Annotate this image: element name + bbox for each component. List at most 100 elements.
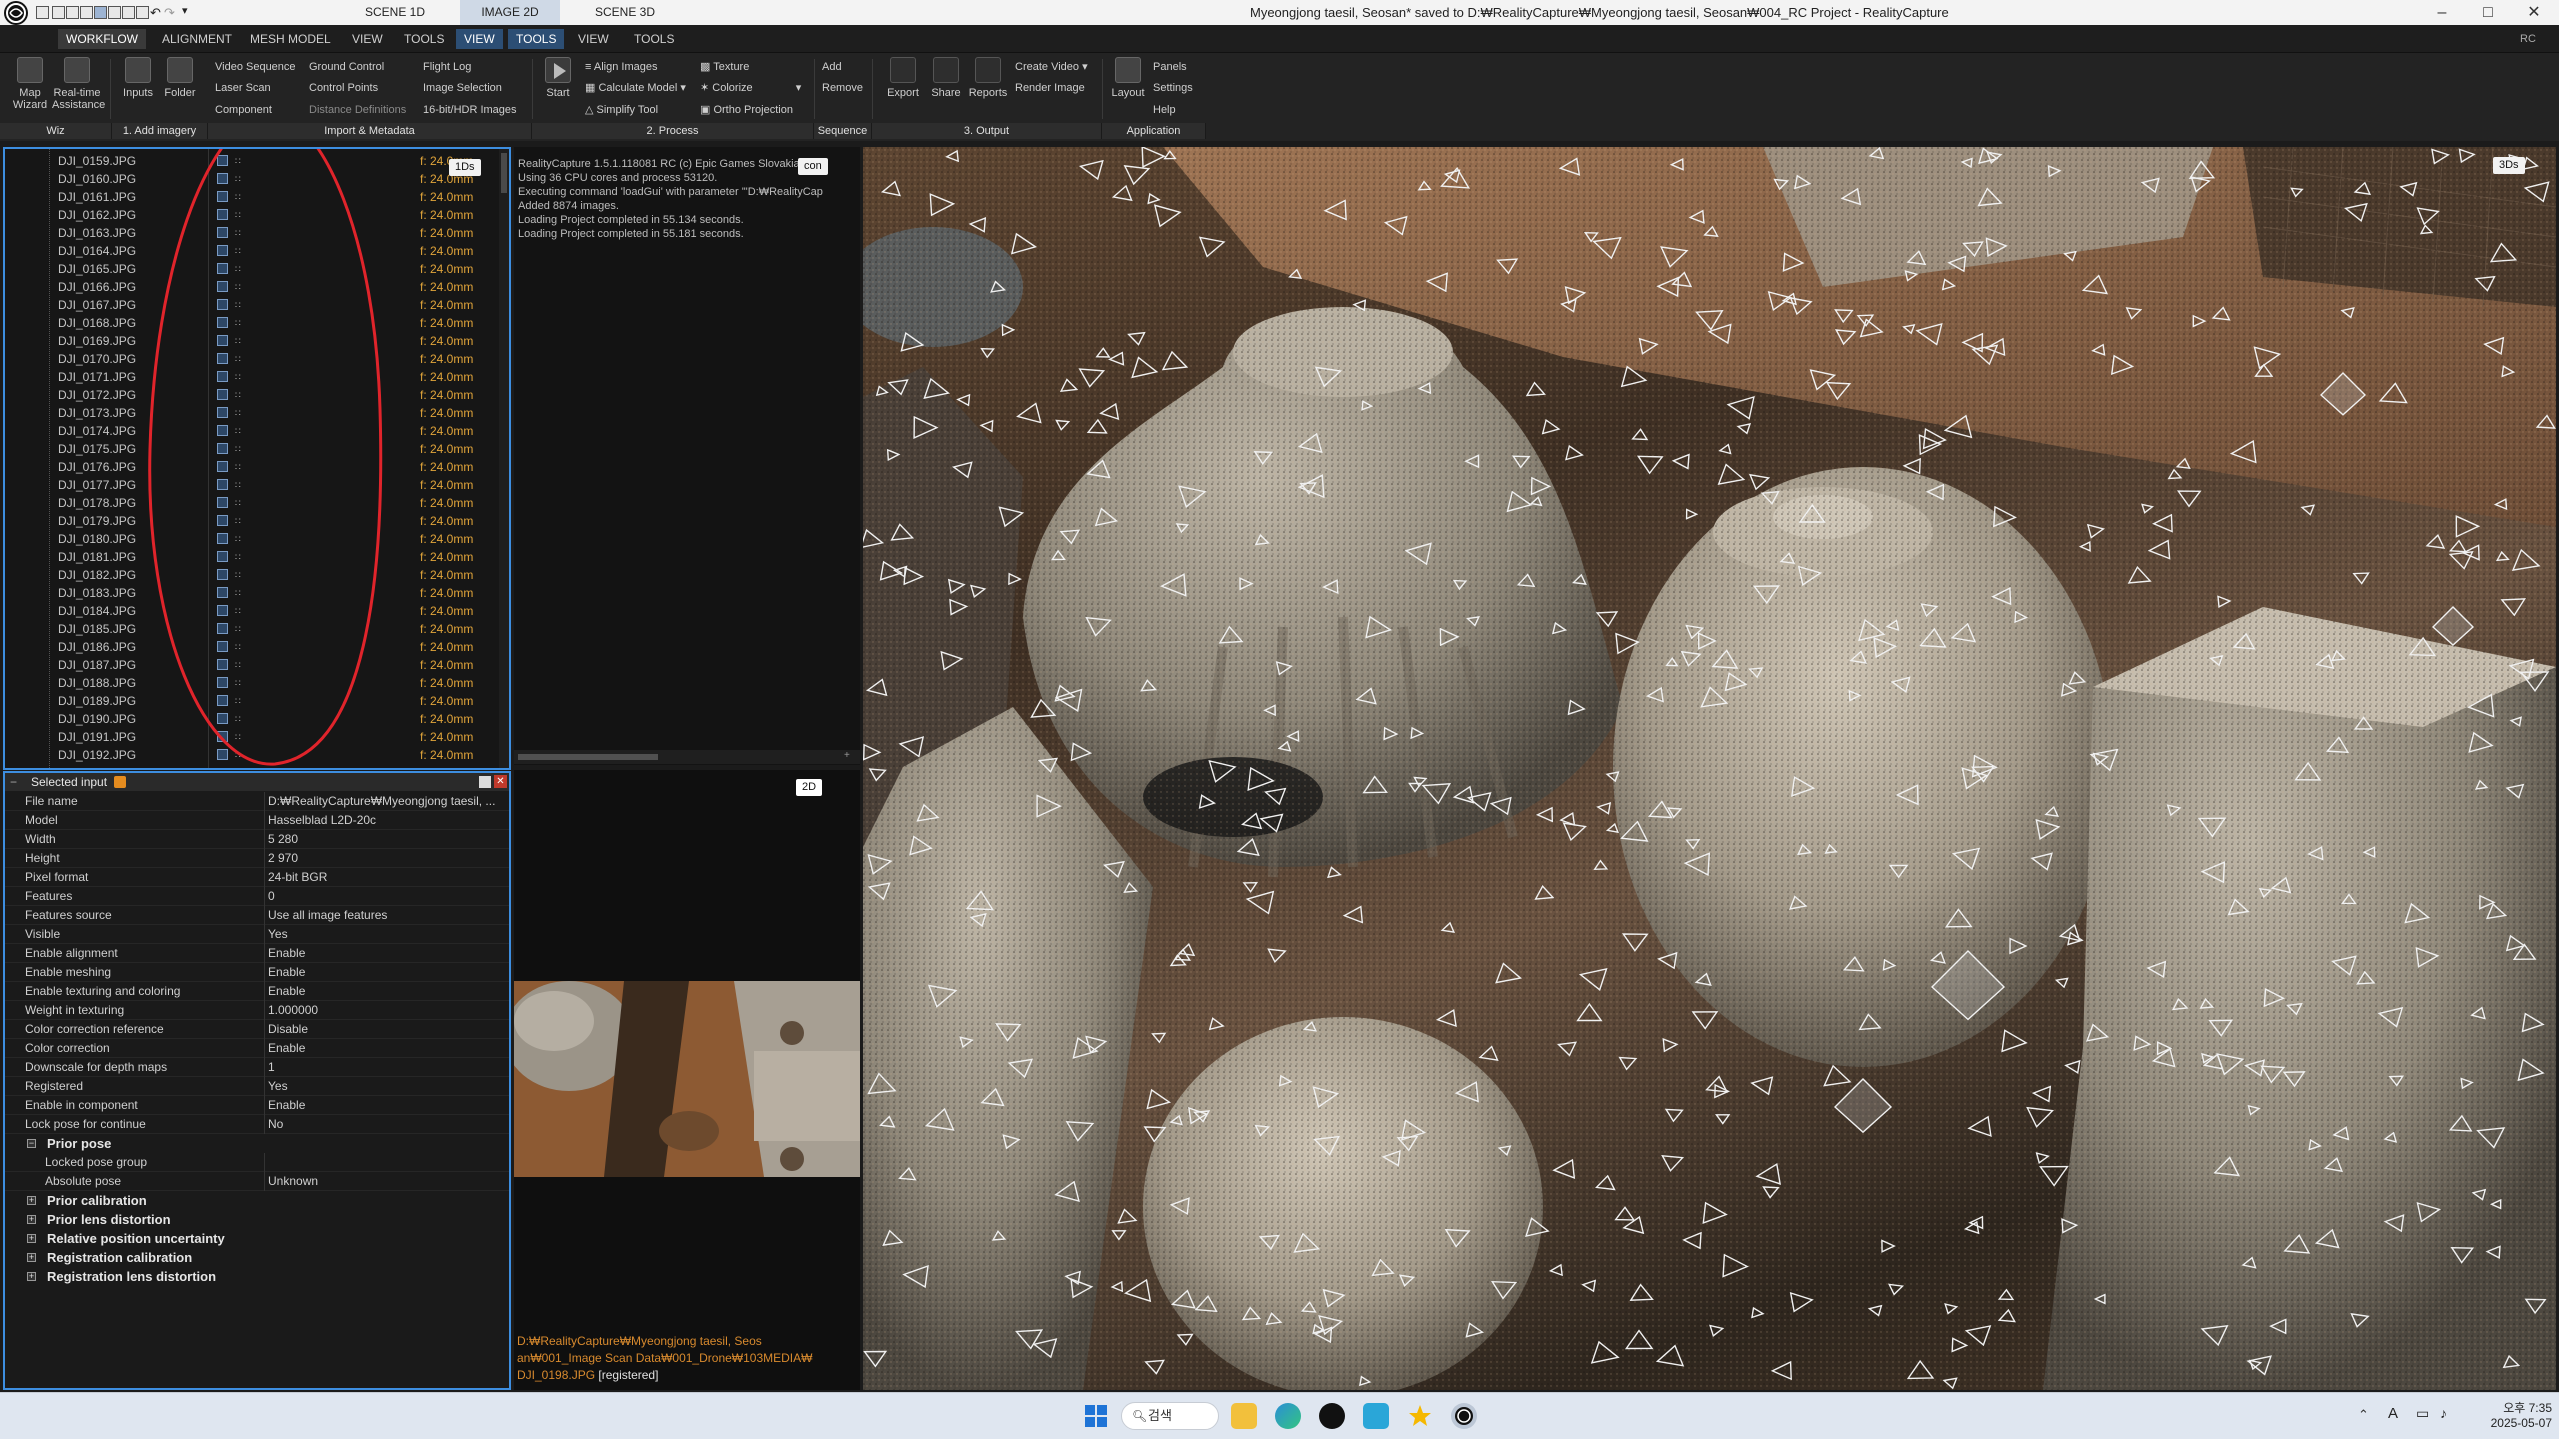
component-button[interactable]: Component [215,102,272,118]
menu-workflow[interactable]: WORKFLOW [58,29,146,49]
edge-browser-icon[interactable] [1275,1403,1301,1429]
property-row[interactable]: Absolute pose Unknown [5,1172,509,1191]
property-row[interactable]: Enable alignment Enable [5,944,509,963]
property-value[interactable]: Yes [268,1077,508,1096]
property-row[interactable]: Color correction Enable [5,1039,509,1058]
panels-button[interactable]: Panels [1153,59,1187,75]
colorize-button[interactable]: ✶ Colorize ▾ [700,80,801,96]
simplify-tool-button[interactable]: △ Simplify Tool [585,102,658,118]
minimize-button[interactable]: – [2420,0,2464,25]
property-row[interactable]: Downscale for depth maps 1 [5,1058,509,1077]
menu-tools-image[interactable]: TOOLS [508,29,565,49]
hdr-images-button[interactable]: 16-bit/HDR Images [423,102,517,118]
maximize-button[interactable]: □ [2466,0,2510,25]
distance-definitions-button[interactable]: Distance Definitions [309,102,406,118]
collapsed-group[interactable]: + Relative position uncertainty [5,1229,509,1248]
property-row[interactable]: Weight in texturing 1.000000 [5,1001,509,1020]
image-selection-button[interactable]: Image Selection [423,80,502,96]
tab-scene-3d[interactable]: SCENE 3D [580,0,670,25]
property-value[interactable]: 0 [268,887,508,906]
property-value[interactable]: 1.000000 [268,1001,508,1020]
close-button[interactable]: ✕ [2512,0,2556,25]
expand-icon[interactable]: + [27,1234,36,1243]
property-row[interactable]: Width 5 280 [5,830,509,849]
remove-sequence-button[interactable]: Remove [822,80,863,96]
layout-icon[interactable] [122,6,135,19]
expand-icon[interactable]: + [27,1215,36,1224]
add-sequence-button[interactable]: Add [822,59,842,75]
property-row[interactable]: File name D:₩RealityCapture₩Myeongjong ta… [5,792,509,811]
property-value[interactable]: 1 [268,1058,508,1077]
create-video-button[interactable]: Create Video ▾ [1015,59,1088,75]
panel-badge-3ds[interactable]: 3Ds [2493,157,2525,174]
tray-overflow-icon[interactable]: ⌃ [2358,1407,2369,1423]
menu-view-3d[interactable]: VIEW [570,29,617,49]
share-button[interactable]: Share [924,57,968,99]
property-row[interactable]: Pixel format 24-bit BGR [5,868,509,887]
property-value[interactable]: Enable [268,1039,508,1058]
property-value[interactable]: Enable [268,963,508,982]
console-panel[interactable]: RealityCapture 1.5.1.118081 RC (c) Epic … [514,147,860,765]
inputs-button[interactable]: Inputs [118,57,158,99]
property-row[interactable]: Features source Use all image features [5,906,509,925]
favorites-star-icon[interactable] [1407,1403,1433,1429]
collapsed-group[interactable]: + Registration calibration [5,1248,509,1267]
laser-scan-button[interactable]: Laser Scan [215,80,271,96]
layout-button[interactable]: Layout [1108,57,1148,99]
layout-icon[interactable] [36,6,49,19]
property-value[interactable]: D:₩RealityCapture₩Myeongjong taesil, ... [268,792,508,811]
expand-icon[interactable]: + [27,1253,36,1262]
clock-date[interactable]: 2025-05-07 [2476,1416,2552,1430]
start-menu-icon[interactable] [1083,1403,1109,1429]
folder-button[interactable]: Folder [160,57,200,99]
group-prior-pose[interactable]: − Prior pose [5,1134,509,1153]
menu-alignment[interactable]: ALIGNMENT [154,29,240,49]
align-images-button[interactable]: ≡ Align Images [585,59,657,75]
property-row[interactable]: Registered Yes [5,1077,509,1096]
video-sequence-button[interactable]: Video Sequence [215,59,296,75]
flight-log-button[interactable]: Flight Log [423,59,471,75]
scrollbar-thumb[interactable] [518,754,658,760]
property-row[interactable]: Visible Yes [5,925,509,944]
property-row[interactable]: Features 0 [5,887,509,906]
app-logo-icon[interactable] [4,1,28,25]
clock-time[interactable]: 오후 7:35 [2476,1399,2552,1416]
help-button[interactable]: Help [1153,102,1176,118]
property-value[interactable]: No [268,1115,508,1134]
redo-icon[interactable]: ↷ [164,5,175,21]
expand-icon[interactable]: + [27,1196,36,1205]
property-value[interactable]: Enable [268,982,508,1001]
layout-icon[interactable] [52,6,65,19]
collapse-icon[interactable]: − [10,773,17,791]
property-row[interactable]: Enable in component Enable [5,1096,509,1115]
taskbar-search-box[interactable]: 검색 🔍︎ [1121,1402,1219,1430]
corner-plus-icon[interactable]: + [844,750,850,761]
property-value[interactable]: Unknown [268,1172,508,1191]
layout-icon[interactable] [94,6,107,19]
property-value[interactable]: Enable [268,944,508,963]
collapsed-group[interactable]: + Prior lens distortion [5,1210,509,1229]
notepad-icon[interactable] [1363,1403,1389,1429]
property-row[interactable]: Lock pose for continue No [5,1115,509,1134]
filter-icon[interactable] [114,776,126,788]
ime-indicator[interactable]: A [2388,1405,2398,1422]
menu-view-image[interactable]: VIEW [456,29,503,49]
property-value[interactable]: Enable [268,1096,508,1115]
image-2d-panel[interactable]: 2D D:₩RealityCapture₩Myeongjong taesil, … [514,770,860,1390]
panel-badge-2d[interactable]: 2D [796,779,823,796]
panel-badge-console[interactable]: con [798,158,828,175]
close-panel-icon[interactable]: ✕ [494,775,507,788]
texture-button[interactable]: ▩ Texture [700,59,749,75]
ground-control-button[interactable]: Ground Control [309,59,384,75]
property-row[interactable]: Color correction reference Disable [5,1020,509,1039]
render-image-button[interactable]: Render Image [1015,80,1085,96]
property-row[interactable]: Locked pose group [5,1153,509,1172]
expand-icon[interactable]: + [27,1272,36,1281]
property-row[interactable]: Height 2 970 [5,849,509,868]
undock-icon[interactable] [479,776,491,788]
layout-icon[interactable] [136,6,149,19]
unreal-engine-icon[interactable] [1319,1403,1345,1429]
realitycapture-taskbar-icon[interactable] [1451,1403,1477,1429]
property-row[interactable]: Enable meshing Enable [5,963,509,982]
image-preview[interactable] [514,981,860,1177]
